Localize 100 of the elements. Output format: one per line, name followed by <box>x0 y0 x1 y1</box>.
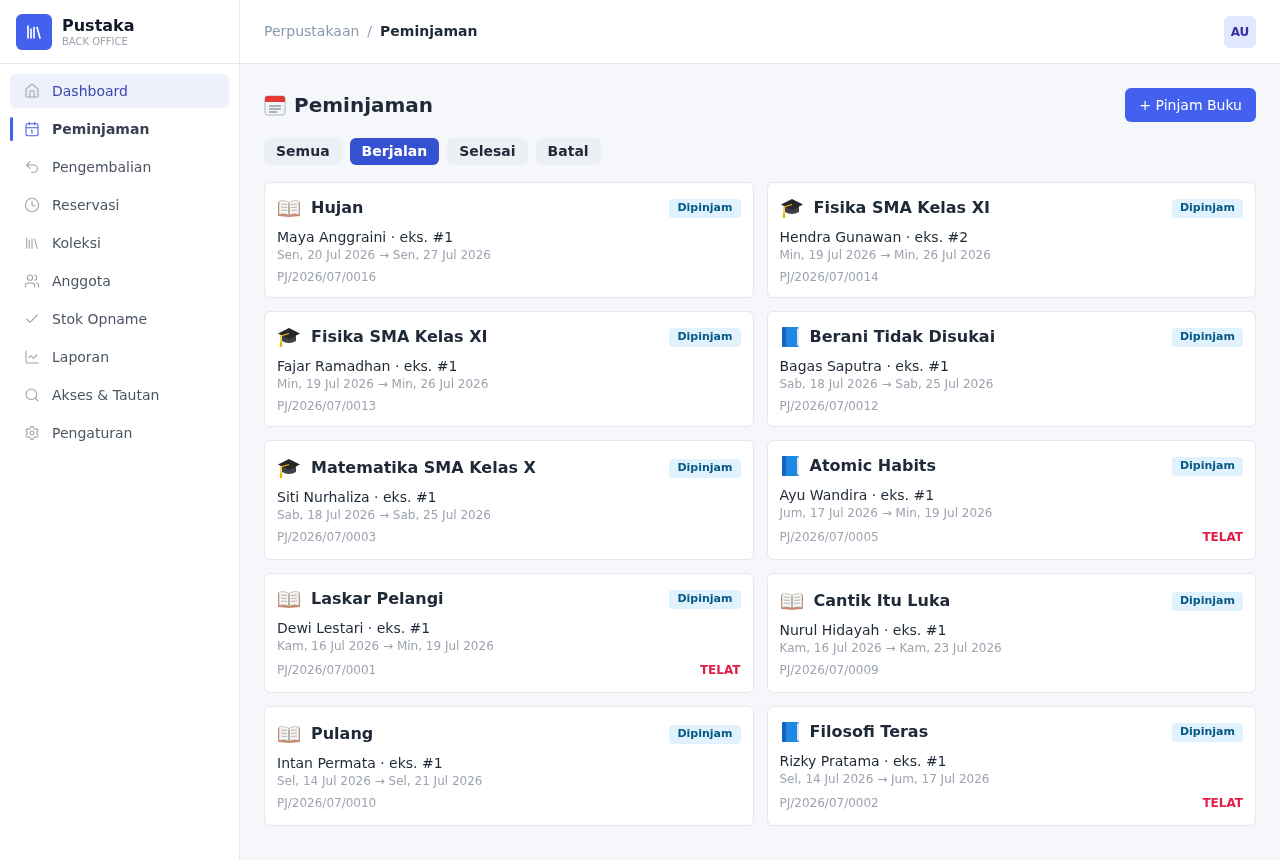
book-title: Berani Tidak Disukai <box>809 326 996 348</box>
book-icon <box>779 721 800 743</box>
open-book-icon <box>277 590 301 608</box>
book-title: Laskar Pelangi <box>311 588 444 610</box>
loan-card[interactable]: Fisika SMA Kelas XI Dipinjam Hendra Gunawan · eks. #2 Min, 19 Jul 2026 → Min, 26 Jul 2026 PJ/2026/07/0014 <box>766 182 1256 298</box>
borrower-text: Nurul Hidayah · eks. #1 <box>779 621 948 640</box>
book-title: Hujan <box>311 197 364 219</box>
filter-tab[interactable]: Semua <box>264 138 342 165</box>
open-book-icon <box>779 592 804 610</box>
status-badge: Dipinjam <box>1171 456 1243 476</box>
status-badge: Dipinjam <box>1171 327 1243 347</box>
borrower-text: Dewi Lestari · eks. #1 <box>277 619 432 638</box>
loan-period: Sel, 14 Jul 2026 → Sel, 21 Jul 2026 <box>277 773 484 789</box>
new-loan-button[interactable]: + Pinjam Buku <box>1125 88 1256 122</box>
book-title: Atomic Habits <box>809 455 937 477</box>
loan-period: Sab, 18 Jul 2026 → Sab, 25 Jul 2026 <box>277 507 492 523</box>
open-book-icon <box>277 725 301 743</box>
loan-card[interactable]: Hujan Dipinjam Maya Anggraini · eks. #1 Sen, 20 Jul 2026 → Sen, 27 Jul 2026 PJ/2026/07/0016 <box>264 182 754 298</box>
book-icon <box>779 455 800 477</box>
graduation-cap-icon <box>779 197 804 219</box>
nav-item[interactable]: Reservasi <box>10 188 229 222</box>
loan-card[interactable]: Berani Tidak Disukai Dipinjam Bagas Saputra · eks. #1 Sab, 18 Jul 2026 → Sab, 25 Jul 2026 PJ/2026/07/0012 <box>766 311 1256 427</box>
book-title: Fisika SMA Kelas XI <box>311 326 488 348</box>
book-title: Fisika SMA Kelas XI <box>813 197 990 219</box>
loan-code: PJ/2026/07/0013 <box>277 398 377 414</box>
breadcrumb-separator: / <box>367 22 373 41</box>
loan-code: PJ/2026/07/0003 <box>277 529 377 545</box>
overdue-label: TELAT <box>1202 795 1243 812</box>
loan-card[interactable]: Laskar Pelangi Dipinjam Dewi Lestari · eks. #1 Kam, 16 Jul 2026 → Min, 19 Jul 2026 PJ/2026/07/0001 TELAT <box>264 573 754 693</box>
brand-name: Pustaka <box>62 15 135 36</box>
nav-item[interactable]: Akses & Tautan <box>10 378 229 412</box>
loan-code: PJ/2026/07/0016 <box>277 269 377 285</box>
search-icon <box>24 387 40 403</box>
borrower-text: Rizky Pratama · eks. #1 <box>779 752 948 771</box>
overdue-label: TELAT <box>699 662 741 679</box>
status-badge: Dipinjam <box>1171 198 1243 218</box>
loan-card[interactable]: Atomic Habits Dipinjam Ayu Wandira · eks. #1 Jum, 17 Jul 2026 → Min, 19 Jul 2026 PJ/2026/07/0005 TELAT <box>766 440 1256 560</box>
return-arrow-icon <box>24 159 40 175</box>
loan-period: Min, 19 Jul 2026 → Min, 26 Jul 2026 <box>779 247 992 263</box>
filter-tab[interactable]: Selesai <box>447 138 528 165</box>
book-icon <box>779 326 800 348</box>
loan-card[interactable]: Pulang Dipinjam Intan Permata · eks. #1 Sel, 14 Jul 2026 → Sel, 21 Jul 2026 PJ/2026/07/0010 <box>264 706 754 826</box>
loan-code: PJ/2026/07/0012 <box>779 398 879 414</box>
status-badge: Dipinjam <box>669 589 741 609</box>
loan-card[interactable]: Cantik Itu Luka Dipinjam Nurul Hidayah · eks. #1 Kam, 16 Jul 2026 → Kam, 23 Jul 2026 PJ/2026/07/0009 <box>766 573 1256 693</box>
book-title: Matematika SMA Kelas X <box>311 457 536 479</box>
graduation-cap-icon <box>277 457 301 479</box>
loan-card[interactable]: Filosofi Teras Dipinjam Rizky Pratama · eks. #1 Sel, 14 Jul 2026 → Jum, 17 Jul 2026 PJ/2026/07/0002 TELAT <box>766 706 1256 826</box>
status-badge: Dipinjam <box>669 724 741 744</box>
loan-code: PJ/2026/07/0009 <box>779 662 879 678</box>
home-icon <box>24 83 40 99</box>
loan-code: PJ/2026/07/0010 <box>277 795 377 811</box>
loan-code: PJ/2026/07/0001 <box>277 662 377 678</box>
loan-period: Min, 19 Jul 2026 → Min, 26 Jul 2026 <box>277 376 490 392</box>
status-badge: Dipinjam <box>1171 722 1243 742</box>
line-chart-icon <box>24 349 40 365</box>
borrower-text: Hendra Gunawan · eks. #2 <box>779 228 970 247</box>
loan-period: Sen, 20 Jul 2026 → Sen, 27 Jul 2026 <box>277 247 492 263</box>
nav-item[interactable]: Laporan <box>10 340 229 374</box>
borrower-text: Ayu Wandira · eks. #1 <box>779 486 936 505</box>
book-title: Filosofi Teras <box>809 721 929 743</box>
borrower-text: Bagas Saputra · eks. #1 <box>779 357 950 376</box>
nav-item[interactable]: Pengembalian <box>10 150 229 184</box>
loan-card[interactable]: Matematika SMA Kelas X Dipinjam Siti Nurhaliza · eks. #1 Sab, 18 Jul 2026 → Sab, 25 Jul 2026 PJ/2026/07/0003 <box>264 440 754 560</box>
filter-tab[interactable]: Berjalan <box>349 138 440 165</box>
status-badge: Dipinjam <box>669 198 741 218</box>
loan-card[interactable]: Fisika SMA Kelas XI Dipinjam Fajar Ramadhan · eks. #1 Min, 19 Jul 2026 → Min, 26 Jul 2026 PJ/2026/07/0013 <box>264 311 754 427</box>
brand-subtitle: BACK OFFICE <box>62 35 129 48</box>
borrower-text: Intan Permata · eks. #1 <box>277 754 444 773</box>
loan-period: Jum, 17 Jul 2026 → Min, 19 Jul 2026 <box>779 505 994 521</box>
user-avatar[interactable]: AU <box>1224 15 1256 48</box>
active-indicator <box>10 117 13 141</box>
status-badge: Dipinjam <box>669 458 741 478</box>
open-book-icon <box>277 199 301 217</box>
calendar-icon <box>24 121 40 137</box>
book-title: Pulang <box>311 723 374 745</box>
breadcrumb-current: Peminjaman <box>380 22 478 41</box>
borrower-text: Maya Anggraini · eks. #1 <box>277 228 455 247</box>
page-title: Peminjaman <box>294 92 434 119</box>
loan-code: PJ/2026/07/0014 <box>779 269 879 285</box>
settings-icon <box>24 425 40 441</box>
nav-item[interactable]: Stok Opname <box>10 302 229 336</box>
status-badge: Dipinjam <box>1171 591 1243 611</box>
status-badge: Dipinjam <box>669 327 741 347</box>
graduation-cap-icon <box>277 326 301 348</box>
filter-tab[interactable]: Batal <box>535 138 601 165</box>
nav-item[interactable]: Pengaturan <box>10 416 229 450</box>
loan-code: PJ/2026/07/0002 <box>779 795 879 811</box>
borrower-text: Fajar Ramadhan · eks. #1 <box>277 357 459 376</box>
nav-item[interactable]: Dashboard <box>10 74 229 108</box>
users-icon <box>24 273 40 289</box>
loan-period: Sel, 14 Jul 2026 → Jum, 17 Jul 2026 <box>779 771 991 787</box>
nav-item[interactable]: Anggota <box>10 264 229 298</box>
calendar-icon <box>264 94 286 116</box>
nav-item[interactable]: Koleksi <box>10 226 229 260</box>
books-icon <box>24 235 40 251</box>
nav-item[interactable]: Peminjaman <box>10 112 229 146</box>
overdue-label: TELAT <box>1202 529 1243 546</box>
book-title: Cantik Itu Luka <box>813 590 951 612</box>
loan-period: Kam, 16 Jul 2026 → Min, 19 Jul 2026 <box>277 638 495 654</box>
